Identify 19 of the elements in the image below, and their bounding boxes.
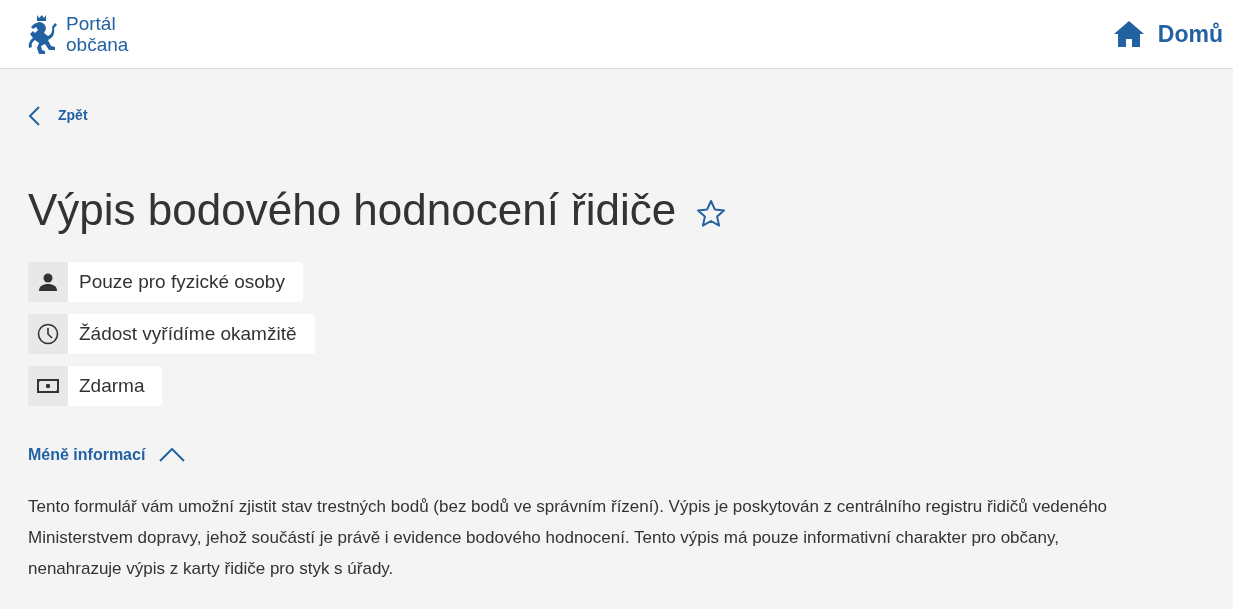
clock-icon: [37, 323, 59, 345]
logo-text: Portál: [66, 13, 117, 34]
banknote-icon: [37, 379, 59, 393]
home-link[interactable]: Domů: [1113, 16, 1223, 52]
chevron-up-icon: [159, 448, 186, 462]
favorite-star-button[interactable]: [696, 198, 727, 228]
chevron-left-icon: [28, 105, 40, 126]
home-icon: [1113, 21, 1144, 47]
logo-link[interactable]: Portál občana: [27, 13, 129, 55]
badge-label: Žádost vyřídíme okamžitě: [68, 314, 315, 354]
description-paragraph: Tento formulář vám umožní zjistit stav trestných bodů (bez bodů ve správním řízení). Výpis je poskytován z centrálního registru řidičů vedeného Ministerstvem dopravy, jehož součástí je právě i evidence bodového hodnocení. Tento výpis má pouze informativní charakter pro občany, nenahrazuje výpis z karty řidiče pro styk s úřady.: [28, 496, 1109, 580]
page-title: Výpis bodového hodnocení řidiče: [28, 188, 677, 232]
star-icon: [696, 198, 727, 228]
back-link[interactable]: Zpět: [28, 105, 88, 126]
person-icon: [38, 272, 58, 292]
logo-text: občana: [66, 34, 129, 55]
badge-label: Pouze pro fyzické osoby: [68, 262, 303, 302]
badge-label: Zdarma: [68, 366, 163, 406]
less-info-toggle[interactable]: Méně informací: [28, 443, 186, 467]
